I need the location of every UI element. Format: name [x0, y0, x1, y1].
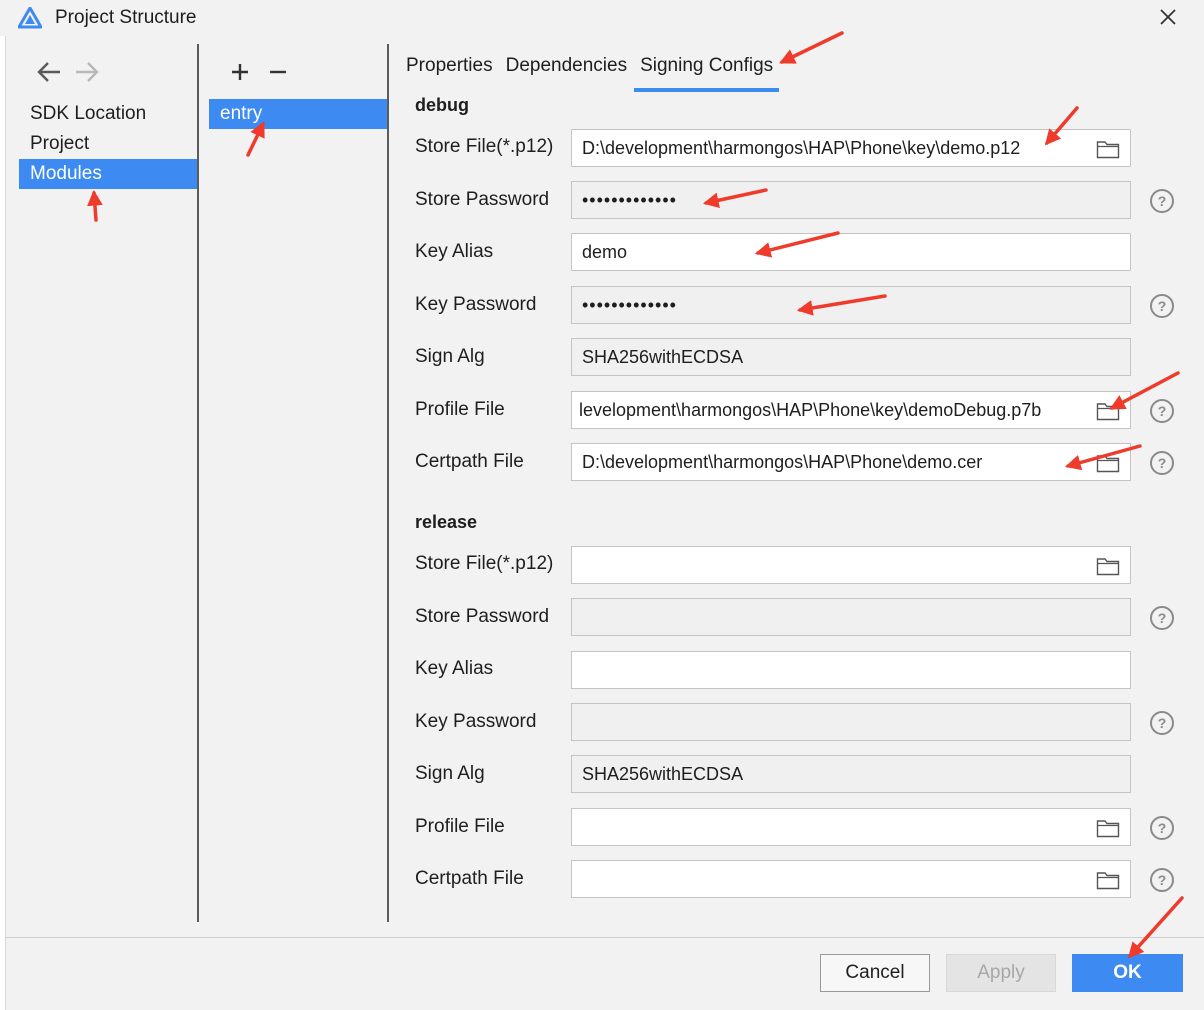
release-store-file-label: Store File(*.p12) [415, 553, 554, 574]
release-profile-file-field[interactable] [571, 808, 1131, 846]
close-icon [1160, 9, 1176, 25]
add-module-button[interactable] [226, 58, 254, 86]
section-release-title: release [415, 512, 478, 532]
debug-store-password-value: ••••••••••••• [582, 190, 677, 210]
debug-key-alias-label: Key Alias [415, 241, 494, 262]
help-icon[interactable]: ? [1149, 450, 1175, 476]
debug-profile-file-value: levelopment\harmongos\HAP\Phone\key\demo… [579, 400, 1042, 420]
debug-store-password-label: Store Password [415, 189, 550, 210]
nav-arrows [34, 58, 104, 86]
svg-text:?: ? [1158, 298, 1167, 314]
debug-sign-alg-label: Sign Alg [415, 346, 485, 367]
footer-divider [5, 937, 1204, 938]
section-debug-title: debug [415, 95, 469, 115]
tab-properties[interactable]: Properties [400, 50, 499, 87]
release-store-password-field[interactable] [571, 598, 1131, 636]
nav-item-project[interactable]: Project [19, 129, 197, 159]
debug-store-file-value: D:\development\harmongos\HAP\Phone\key\d… [582, 138, 1021, 158]
svg-text:?: ? [1158, 715, 1167, 731]
window-title: Project Structure [55, 7, 197, 28]
debug-certpath-file-field[interactable]: D:\development\harmongos\HAP\Phone\demo.… [571, 443, 1131, 481]
release-sign-alg-field[interactable]: SHA256withECDSA [571, 755, 1131, 793]
help-icon[interactable]: ? [1149, 867, 1175, 893]
folder-icon[interactable] [1096, 453, 1120, 473]
svg-text:?: ? [1158, 403, 1167, 419]
title-bar: Project Structure [0, 0, 1204, 36]
folder-icon[interactable] [1096, 556, 1120, 576]
panel-divider[interactable] [197, 44, 199, 922]
background-window-strip [0, 36, 6, 1010]
release-store-file-field[interactable] [571, 546, 1131, 584]
folder-icon[interactable] [1096, 818, 1120, 838]
triangle-logo-icon [18, 7, 42, 29]
debug-profile-file-label: Profile File [415, 399, 505, 420]
release-profile-file-label: Profile File [415, 816, 505, 837]
debug-sign-alg-value: SHA256withECDSA [582, 347, 744, 367]
annotation-arrow [87, 189, 103, 222]
debug-store-password-field[interactable]: ••••••••••••• [571, 181, 1131, 219]
debug-key-password-field[interactable]: ••••••••••••• [571, 286, 1131, 324]
cancel-button[interactable]: Cancel [820, 954, 930, 992]
arrow-left-icon[interactable] [34, 58, 64, 86]
svg-text:?: ? [1158, 610, 1167, 626]
tab-bar: Properties Dependencies Signing Configs [400, 50, 780, 92]
help-icon[interactable]: ? [1149, 188, 1175, 214]
debug-key-alias-value: demo [582, 242, 628, 262]
release-certpath-file-label: Certpath File [415, 868, 524, 889]
debug-key-alias-field[interactable]: demo [571, 233, 1131, 271]
release-key-alias-label: Key Alias [415, 658, 494, 679]
release-certpath-file-field[interactable] [571, 860, 1131, 898]
release-sign-alg-value: SHA256withECDSA [582, 764, 744, 784]
module-item-entry[interactable]: entry [209, 99, 387, 129]
panel-divider[interactable] [387, 44, 389, 922]
svg-text:?: ? [1158, 820, 1167, 836]
tab-dependencies[interactable]: Dependencies [500, 50, 633, 87]
debug-key-password-value: ••••••••••••• [582, 295, 677, 315]
ok-button[interactable]: OK [1072, 954, 1183, 992]
help-icon[interactable]: ? [1149, 710, 1175, 736]
svg-text:?: ? [1158, 193, 1167, 209]
settings-nav: SDK Location Project Modules [19, 99, 197, 189]
debug-sign-alg-field[interactable]: SHA256withECDSA [571, 338, 1131, 376]
module-list: entry [209, 99, 387, 129]
help-icon[interactable]: ? [1149, 815, 1175, 841]
folder-icon[interactable] [1096, 401, 1120, 421]
annotation-arrow [779, 31, 844, 64]
release-store-password-label: Store Password [415, 606, 550, 627]
help-icon[interactable]: ? [1149, 293, 1175, 319]
debug-store-file-label: Store File(*.p12) [415, 136, 554, 157]
svg-text:?: ? [1158, 872, 1167, 888]
annotation-arrow [1127, 896, 1184, 959]
debug-certpath-file-label: Certpath File [415, 451, 524, 472]
help-icon[interactable]: ? [1149, 398, 1175, 424]
release-key-password-field[interactable] [571, 703, 1131, 741]
nav-item-sdk-location[interactable]: SDK Location [19, 99, 197, 129]
arrow-right-icon[interactable] [72, 58, 102, 86]
apply-button[interactable]: Apply [946, 954, 1056, 992]
folder-icon[interactable] [1096, 870, 1120, 890]
debug-profile-file-field[interactable]: levelopment\harmongos\HAP\Phone\key\demo… [571, 391, 1131, 429]
debug-store-file-field[interactable]: D:\development\harmongos\HAP\Phone\key\d… [571, 129, 1131, 167]
module-toolbar [226, 58, 296, 86]
tab-signing-configs[interactable]: Signing Configs [634, 50, 780, 92]
svg-text:?: ? [1158, 455, 1167, 471]
release-key-password-label: Key Password [415, 711, 537, 732]
help-icon[interactable]: ? [1149, 605, 1175, 631]
nav-item-modules[interactable]: Modules [19, 159, 197, 189]
debug-certpath-file-value: D:\development\harmongos\HAP\Phone\demo.… [582, 452, 983, 472]
release-sign-alg-label: Sign Alg [415, 763, 485, 784]
close-button[interactable] [1150, 0, 1186, 34]
folder-icon[interactable] [1096, 139, 1120, 159]
debug-key-password-label: Key Password [415, 294, 537, 315]
release-key-alias-field[interactable] [571, 651, 1131, 689]
remove-module-button[interactable] [264, 58, 292, 86]
